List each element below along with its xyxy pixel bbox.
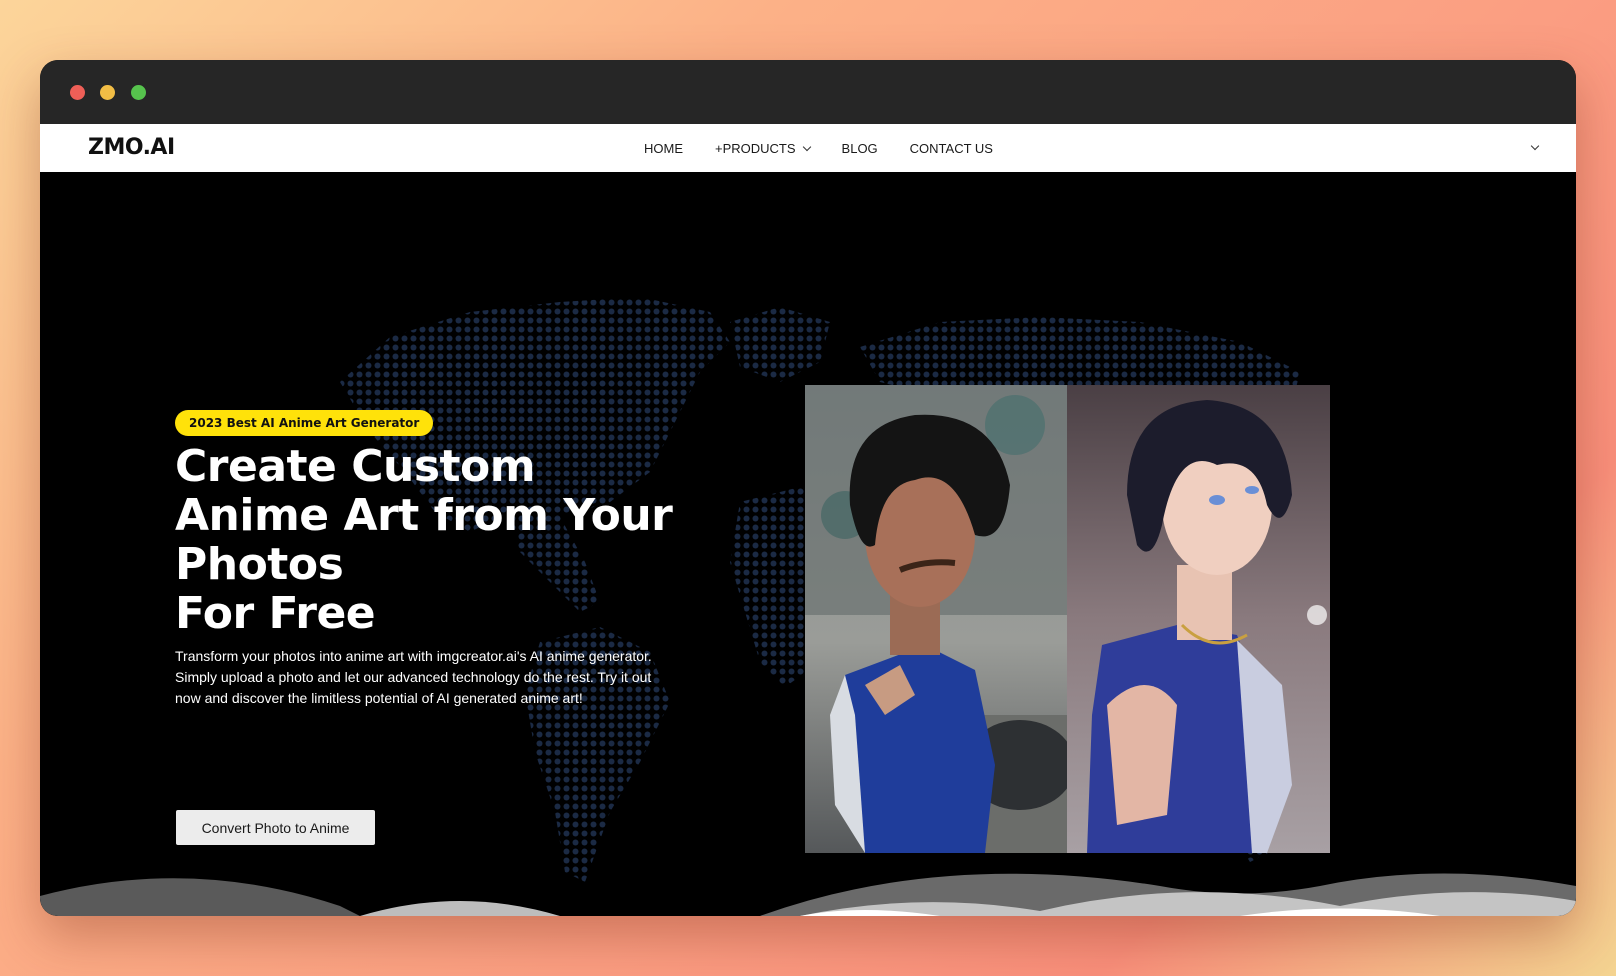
hero-headline: Create Custom Anime Art from Your Photos… bbox=[175, 442, 695, 638]
site-navbar: ZMO.AI HOME +PRODUCTS BLOG CONTACT US bbox=[40, 124, 1576, 172]
nav-home[interactable]: HOME bbox=[644, 141, 683, 156]
anime-art-image bbox=[1067, 385, 1330, 853]
window-titlebar bbox=[40, 60, 1576, 124]
nav-blog[interactable]: BLOG bbox=[842, 141, 878, 156]
nav-products-label: +PRODUCTS bbox=[715, 140, 796, 156]
convert-photo-button[interactable]: Convert Photo to Anime bbox=[176, 810, 375, 845]
headline-line-3: Photos bbox=[175, 539, 344, 590]
hero-section: 2023 Best AI Anime Art Generator Create … bbox=[40, 172, 1576, 916]
before-after-image bbox=[805, 385, 1330, 853]
nav-contact-label: CONTACT US bbox=[909, 140, 993, 156]
site-logo[interactable]: ZMO.AI bbox=[88, 135, 175, 160]
chevron-down-icon bbox=[802, 142, 811, 151]
nav-home-label: HOME bbox=[644, 140, 683, 156]
close-window-button[interactable] bbox=[70, 85, 85, 100]
nav-menu: HOME +PRODUCTS BLOG CONTACT US bbox=[644, 124, 1025, 172]
minimize-window-button[interactable] bbox=[100, 85, 115, 100]
decorative-waves bbox=[40, 873, 1576, 916]
headline-line-1: Create Custom bbox=[175, 441, 536, 492]
nav-products[interactable]: +PRODUCTS bbox=[715, 140, 811, 156]
headline-line-4: For Free bbox=[175, 588, 376, 639]
award-badge: 2023 Best AI Anime Art Generator bbox=[175, 410, 434, 436]
chevron-down-icon[interactable] bbox=[1530, 141, 1540, 151]
hero-description: Transform your photos into anime art wit… bbox=[175, 648, 652, 706]
original-photo-image bbox=[805, 385, 1067, 853]
headline-line-2: Anime Art from Your bbox=[175, 490, 673, 541]
nav-contact[interactable]: CONTACT US bbox=[910, 141, 993, 156]
maximize-window-button[interactable] bbox=[131, 85, 146, 100]
browser-window: ZMO.AI HOME +PRODUCTS BLOG CONTACT US 20… bbox=[40, 60, 1576, 916]
nav-blog-label: BLOG bbox=[841, 140, 878, 156]
